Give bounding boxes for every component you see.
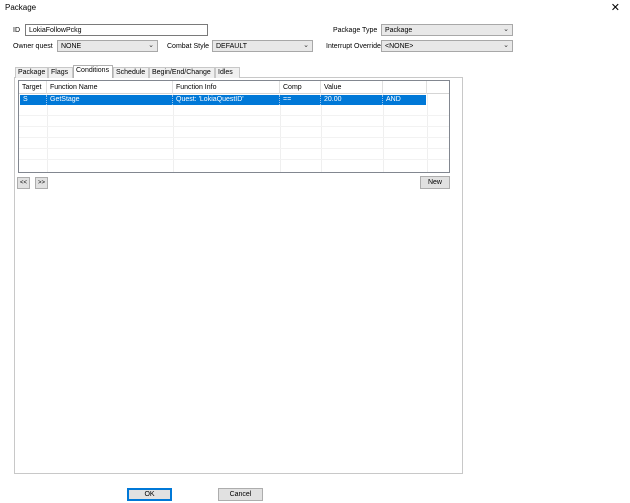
grid-line	[280, 94, 281, 172]
grid-line	[47, 94, 48, 172]
combat-style-select[interactable]: DEFAULT ⌄	[212, 40, 313, 52]
table-row[interactable]: S GetStage Quest: 'LokiaQuestID' == 20.0…	[20, 95, 426, 105]
grid-line	[427, 94, 428, 172]
tab-schedule[interactable]: Schedule	[113, 67, 149, 78]
column-header-function-name[interactable]: Function Name	[47, 81, 173, 94]
grid-line	[19, 126, 449, 127]
cell-value: 20.00	[321, 95, 383, 105]
cell-target: S	[20, 95, 47, 105]
grid-line	[19, 137, 449, 138]
combat-style-value: DEFAULT	[216, 43, 247, 50]
cell-function-name: GetStage	[47, 95, 173, 105]
owner-quest-label: Owner quest	[13, 43, 53, 50]
ok-button[interactable]: OK	[127, 488, 172, 501]
title-bar: Package ✕	[0, 0, 630, 16]
tab-flags[interactable]: Flags	[48, 67, 73, 78]
tab-conditions[interactable]: Conditions	[73, 65, 113, 78]
interrupt-override-value: <NONE>	[385, 43, 414, 50]
close-icon[interactable]: ✕	[611, 1, 620, 14]
conditions-table[interactable]: Target Function Name Function Info Comp …	[18, 80, 450, 173]
move-down-button[interactable]: >>	[35, 177, 48, 189]
cell-function-info: Quest: 'LokiaQuestID'	[173, 95, 280, 105]
grid-line	[321, 94, 322, 172]
combat-style-label: Combat Style	[167, 43, 210, 50]
tab-package[interactable]: Package	[15, 67, 48, 78]
table-header: Target Function Name Function Info Comp …	[19, 81, 449, 94]
grid-line	[19, 148, 449, 149]
tab-idles[interactable]: Idles	[215, 67, 240, 78]
package-type-label: Package Type	[333, 27, 378, 34]
package-type-select[interactable]: Package ⌄	[381, 24, 513, 36]
grid-line	[173, 94, 174, 172]
cell-comp: ==	[280, 95, 321, 105]
column-header-value[interactable]: Value	[321, 81, 383, 94]
column-header-function-info[interactable]: Function Info	[173, 81, 280, 94]
new-condition-button[interactable]: New	[420, 176, 450, 189]
package-type-value: Package	[385, 27, 413, 34]
column-header-comp[interactable]: Comp	[280, 81, 321, 94]
owner-quest-select[interactable]: NONE ⌄	[57, 40, 158, 52]
column-header-flag[interactable]	[383, 81, 427, 94]
chevron-down-icon: ⌄	[503, 26, 509, 33]
column-header-target[interactable]: Target	[19, 81, 47, 94]
cancel-button[interactable]: Cancel	[218, 488, 263, 501]
id-field[interactable]: LokiaFollowPckg	[25, 24, 208, 36]
interrupt-override-label: Interrupt Override	[326, 43, 381, 50]
grid-line	[19, 115, 449, 116]
id-label: ID	[13, 27, 20, 34]
tab-begin-end-change[interactable]: Begin/End/Change	[149, 67, 215, 78]
grid-line	[19, 159, 449, 160]
move-up-button[interactable]: <<	[17, 177, 30, 189]
chevron-down-icon: ⌄	[148, 42, 154, 49]
cell-flag: AND	[386, 96, 401, 103]
window-title: Package	[5, 3, 37, 12]
owner-quest-value: NONE	[61, 43, 82, 50]
interrupt-override-select[interactable]: <NONE> ⌄	[381, 40, 513, 52]
grid-line	[383, 94, 384, 172]
chevron-down-icon: ⌄	[303, 42, 309, 49]
chevron-down-icon: ⌄	[503, 42, 509, 49]
